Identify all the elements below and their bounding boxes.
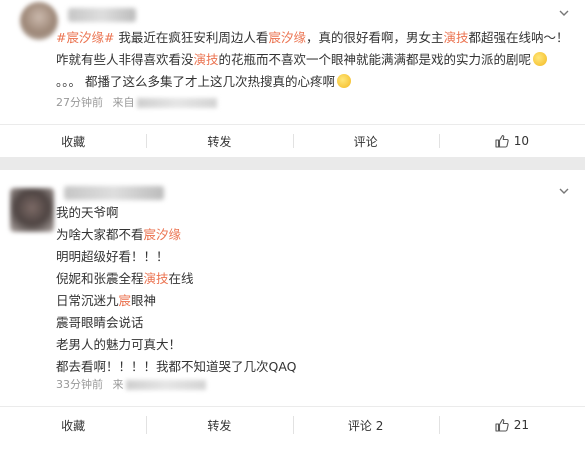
post-text: 我的天爷啊 为啥大家都不看宸汐缘 明明超级好看！！！ 倪妮和张震全程演技在线 日…	[56, 202, 559, 378]
weibo-comment-feed: #宸汐缘# 我最近在疯狂安利周边人看宸汐缘，真的很好看啊，男女主演技都超强在线呐…	[0, 0, 585, 452]
username-redacted[interactable]	[68, 8, 136, 22]
keyword-link[interactable]: 演技	[144, 271, 169, 286]
text-segment: 都去看啊！！！！我都不知道哭了几次QAQ	[56, 359, 297, 374]
like-count: 21	[513, 418, 530, 432]
keyword-link[interactable]: 宸汐缘	[268, 30, 306, 45]
post-meta: 27分钟前 来自	[56, 94, 217, 110]
avatar[interactable]	[20, 2, 58, 40]
keyword-link[interactable]: 演技	[443, 30, 468, 45]
forward-label: 转发	[207, 418, 232, 433]
source-label: 来自	[112, 96, 135, 109]
comment-label: 评论 2	[347, 418, 384, 433]
thumbs-up-icon	[495, 418, 509, 432]
favorite-button[interactable]: 收藏	[0, 125, 146, 157]
text-segment: 老男人的魅力可真大！	[56, 337, 182, 352]
text-segment: 的花瓶而不喜欢一个眼神就能满满都是戏的实力派的剧呢	[218, 52, 532, 67]
comment-button[interactable]: 评论	[292, 125, 439, 157]
text-segment: 眼神	[131, 293, 157, 308]
keyword-link[interactable]: 宸	[119, 293, 132, 308]
text-segment: 咋就有些人非得喜欢看没	[56, 52, 194, 67]
chevron-down-icon[interactable]	[559, 8, 569, 18]
source-redacted	[125, 380, 206, 390]
forward-button[interactable]: 转发	[146, 125, 292, 157]
text-segment: ，真的很好看啊，男女主	[305, 30, 444, 45]
forward-label: 转发	[207, 134, 232, 149]
like-button[interactable]: 10	[438, 125, 585, 157]
forward-button[interactable]: 转发	[146, 407, 292, 443]
sweat-emoji-icon	[533, 52, 548, 66]
source-label: 来	[112, 378, 124, 391]
favorite-label: 收藏	[61, 418, 86, 433]
post-line: 我的天爷啊	[56, 202, 559, 224]
like-count: 10	[513, 134, 530, 148]
post-meta: 33分钟前 来	[56, 376, 206, 392]
post-line: 为啥大家都不看宸汐缘	[56, 224, 559, 246]
text-segment: 震哥眼睛会说话	[56, 315, 144, 330]
post-line: 日常沉迷九宸眼神	[56, 290, 559, 312]
avatar[interactable]	[10, 188, 54, 232]
cry-emoji-icon	[336, 74, 351, 88]
like-button[interactable]: 21	[438, 407, 585, 443]
text-segment: 日常沉迷九	[56, 293, 119, 308]
text-segment: 为啥大家都不看	[56, 227, 144, 242]
hashtag-link[interactable]: #宸汐缘#	[56, 30, 114, 45]
post-line: 老男人的魅力可真大！	[56, 334, 559, 356]
post-line: 都去看啊！！！！我都不知道哭了几次QAQ	[56, 356, 559, 378]
favorite-button[interactable]: 收藏	[0, 407, 146, 443]
keyword-link[interactable]: 演技	[194, 52, 219, 67]
post-line: 倪妮和张震全程演技在线	[56, 268, 559, 290]
chevron-down-icon[interactable]	[559, 186, 569, 196]
post-line: 。。。 都播了这么多集了才上这几次热搜真的心疼啊	[56, 71, 559, 93]
text-segment: 在线	[168, 271, 194, 286]
text-segment: 都超强在线呐～！	[468, 30, 569, 45]
text-segment: 。。。 都播了这么多集了才上这几次热搜真的心疼啊	[56, 74, 335, 89]
post-card: #宸汐缘# 我最近在疯狂安利周边人看宸汐缘，真的很好看啊，男女主演技都超强在线呐…	[0, 0, 585, 157]
post-line: 震哥眼睛会说话	[56, 312, 559, 334]
post-card: 我的天爷啊 为啥大家都不看宸汐缘 明明超级好看！！！ 倪妮和张震全程演技在线 日…	[0, 170, 585, 452]
comment-button[interactable]: 评论 2	[292, 407, 439, 443]
post-line: #宸汐缘# 我最近在疯狂安利周边人看宸汐缘，真的很好看啊，男女主演技都超强在线呐…	[56, 27, 569, 49]
text-segment: 我的天爷啊	[56, 205, 119, 220]
favorite-label: 收藏	[61, 134, 86, 149]
action-bar: 收藏 转发 评论 10	[0, 124, 585, 157]
text-segment: 明明超级好看！！！	[56, 249, 169, 264]
timestamp[interactable]: 33分钟前	[56, 378, 103, 391]
comment-label: 评论	[353, 134, 378, 149]
text-segment: 我最近在疯狂安利周边人看	[114, 30, 269, 45]
username-redacted[interactable]	[64, 186, 164, 200]
action-bar: 收藏 转发 评论 2 21	[0, 406, 585, 443]
post-text: #宸汐缘# 我最近在疯狂安利周边人看宸汐缘，真的很好看啊，男女主演技都超强在线呐…	[56, 27, 569, 93]
source-redacted	[136, 98, 217, 108]
post-line: 明明超级好看！！！	[56, 246, 559, 268]
keyword-link[interactable]: 宸汐缘	[144, 227, 182, 242]
text-segment: 倪妮和张震全程	[56, 271, 144, 286]
post-line: 咋就有些人非得喜欢看没演技的花瓶而不喜欢一个眼神就能满满都是戏的实力派的剧呢	[56, 49, 559, 71]
timestamp[interactable]: 27分钟前	[56, 96, 103, 109]
thumbs-up-icon	[495, 134, 509, 148]
